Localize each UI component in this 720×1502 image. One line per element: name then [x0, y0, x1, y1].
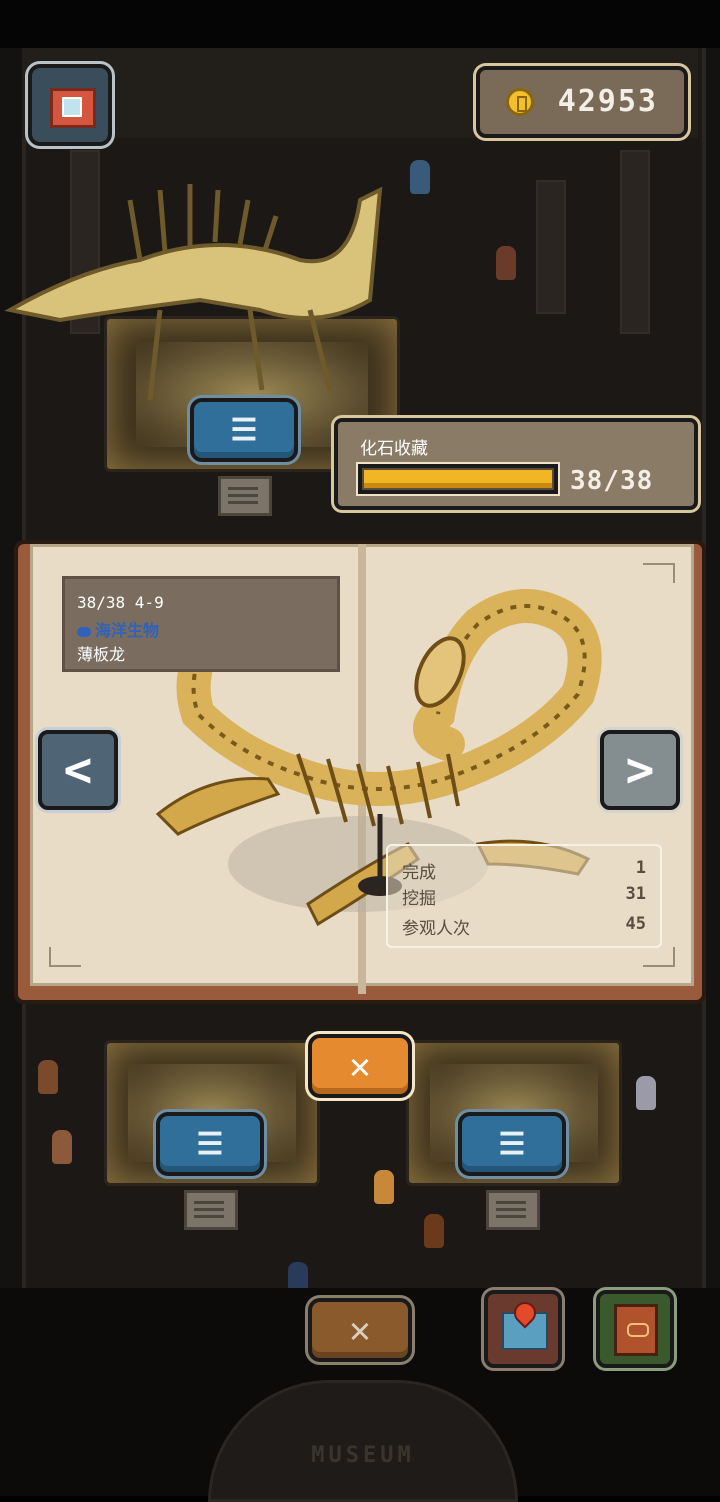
stat-label: 完成: [402, 863, 436, 883]
stat-label: 挖掘: [402, 889, 436, 909]
exhibit-list-button[interactable]: ☰: [458, 1112, 566, 1176]
fossil-stats-box: 完成 1 挖掘 31 参观人次 45: [386, 844, 662, 948]
stat-value: 31: [625, 884, 646, 904]
close-book-button[interactable]: ✕: [308, 1034, 412, 1098]
coin-amount: 42953: [557, 84, 658, 119]
map-button[interactable]: [484, 1290, 562, 1368]
collection-progress-fill: [364, 470, 552, 488]
status-bar-area: [0, 0, 720, 48]
exhibit-plaque: [486, 1190, 540, 1230]
close-icon: ✕: [349, 1309, 371, 1351]
book-icon: [614, 1304, 658, 1356]
exhibit-plaque: [184, 1190, 238, 1230]
collection-title: 化石收藏: [360, 439, 428, 459]
stat-label: 参观人次: [402, 919, 470, 939]
close-button[interactable]: ✕: [308, 1298, 412, 1362]
stat-row-completed: 完成 1: [402, 858, 646, 884]
fossil-info-card: 38/38 4-9 海洋生物 薄板龙: [62, 576, 340, 672]
collection-progress-panel: 化石收藏 38/38: [334, 418, 698, 510]
exhibit-list-button[interactable]: ☰: [156, 1112, 264, 1176]
coin-counter: 42953: [476, 66, 688, 138]
visitor-sprite: [496, 246, 516, 280]
dinosaur-skeleton-icon: [4, 184, 383, 401]
pillar: [620, 150, 650, 334]
camera-icon: [50, 88, 96, 128]
collection-progress-bar: [358, 464, 558, 494]
stat-value: 1: [635, 858, 646, 878]
fossil-category: 海洋生物: [77, 617, 159, 641]
exhibit-list-button[interactable]: ☰: [190, 398, 298, 462]
stat-row-visitors: 参观人次 45: [402, 914, 646, 940]
gold-coin-icon: [506, 88, 534, 116]
stat-row-excavated: 挖掘 31: [402, 884, 646, 910]
visitor-sprite: [52, 1130, 72, 1164]
visitor-sprite: [636, 1076, 656, 1110]
chevron-left-icon: <: [63, 742, 93, 798]
visitor-sprite: [410, 160, 430, 194]
visitor-sprite: [424, 1214, 444, 1248]
next-fossil-button[interactable]: >: [600, 730, 680, 810]
visitor-sprite: [374, 1170, 394, 1204]
encyclopedia-button[interactable]: [596, 1290, 674, 1368]
close-icon: ✕: [349, 1045, 371, 1087]
exhibit-plaque: [218, 476, 272, 516]
chevron-right-icon: >: [625, 742, 655, 798]
list-icon: ☰: [196, 1126, 224, 1162]
fossil-name: 薄板龙: [77, 645, 126, 664]
category-dot-icon: [77, 626, 91, 637]
entrance-sign: MUSEUM: [311, 1443, 415, 1468]
visitor-sprite: [38, 1060, 58, 1094]
collection-count: 38/38: [570, 466, 654, 496]
pillar: [536, 180, 566, 314]
fossil-category-label: 海洋生物: [95, 621, 160, 640]
fossil-entry-number: 38/38 4-9: [77, 593, 164, 612]
previous-fossil-button[interactable]: <: [38, 730, 118, 810]
list-icon: ☰: [498, 1126, 526, 1162]
list-icon: ☰: [230, 412, 258, 448]
camera-button[interactable]: [28, 64, 112, 146]
stat-value: 45: [625, 914, 646, 934]
